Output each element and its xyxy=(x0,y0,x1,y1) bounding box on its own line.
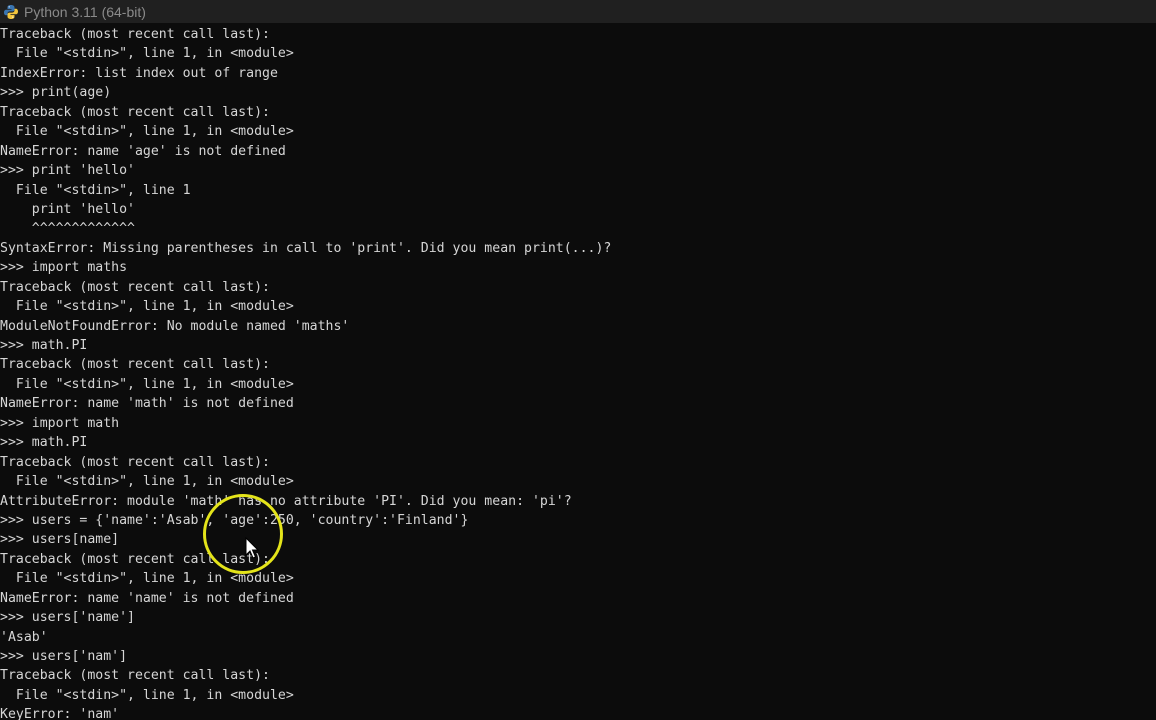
console-line: NameError: name 'math' is not defined xyxy=(0,396,294,412)
console-line: >>> print 'hello' xyxy=(0,163,135,179)
console-line: Traceback (most recent call last): xyxy=(0,668,270,684)
console-line: IndexError: list index out of range xyxy=(0,65,278,81)
console-line: File "<stdin>", line 1, in <module> xyxy=(0,46,294,62)
console-line: Traceback (most recent call last): xyxy=(0,27,270,42)
console-line: Traceback (most recent call last): xyxy=(0,104,270,120)
console-line: print 'hello' xyxy=(0,201,135,217)
console-line: SyntaxError: Missing parentheses in call… xyxy=(0,240,612,256)
console-line: >>> import math xyxy=(0,415,120,431)
console-line: >>> users = {'name':'Asab', 'age':250, '… xyxy=(0,512,469,528)
console-line: >>> users[name] xyxy=(0,532,120,548)
title-bar[interactable]: Python 3.11 (64-bit) xyxy=(0,0,1156,23)
console-line: Traceback (most recent call last): xyxy=(0,357,270,373)
console-line: ^^^^^^^^^^^^^ xyxy=(0,221,135,237)
console-line: NameError: name 'age' is not defined xyxy=(0,143,286,159)
console-line: File "<stdin>", line 1 xyxy=(0,182,191,198)
console-line: ModuleNotFoundError: No module named 'ma… xyxy=(0,318,350,334)
console-line: >>> users['nam'] xyxy=(0,649,128,664)
console-line: File "<stdin>", line 1, in <module> xyxy=(0,571,294,587)
console-line: KeyError: 'nam' xyxy=(0,707,120,720)
console-line: AttributeError: module 'math' has no att… xyxy=(0,493,572,509)
console-line: >>> users['name'] xyxy=(0,610,135,626)
console-line: >>> import maths xyxy=(0,260,128,276)
console-line: File "<stdin>", line 1, in <module> xyxy=(0,124,294,140)
console-line: Traceback (most recent call last): xyxy=(0,551,270,567)
console-line: >>> math.PI xyxy=(0,338,88,353)
console-line: File "<stdin>", line 1, in <module> xyxy=(0,687,294,703)
console-line: >>> print(age) xyxy=(0,85,112,101)
console-line: 'Asab' xyxy=(0,629,48,645)
python-console-window: Python 3.11 (64-bit) Traceback (most rec… xyxy=(0,0,1156,720)
console-line: File "<stdin>", line 1, in <module> xyxy=(0,474,294,490)
python-icon xyxy=(2,3,20,21)
console-output[interactable]: Traceback (most recent call last): File … xyxy=(0,25,1156,720)
console-line: File "<stdin>", line 1, in <module> xyxy=(0,376,294,392)
console-line: Traceback (most recent call last): xyxy=(0,454,270,470)
console-line: NameError: name 'name' is not defined xyxy=(0,590,294,606)
window-title: Python 3.11 (64-bit) xyxy=(24,3,146,20)
console-line: >>> math.PI xyxy=(0,435,88,451)
console-line: File "<stdin>", line 1, in <module> xyxy=(0,299,294,315)
console-line: Traceback (most recent call last): xyxy=(0,279,270,295)
